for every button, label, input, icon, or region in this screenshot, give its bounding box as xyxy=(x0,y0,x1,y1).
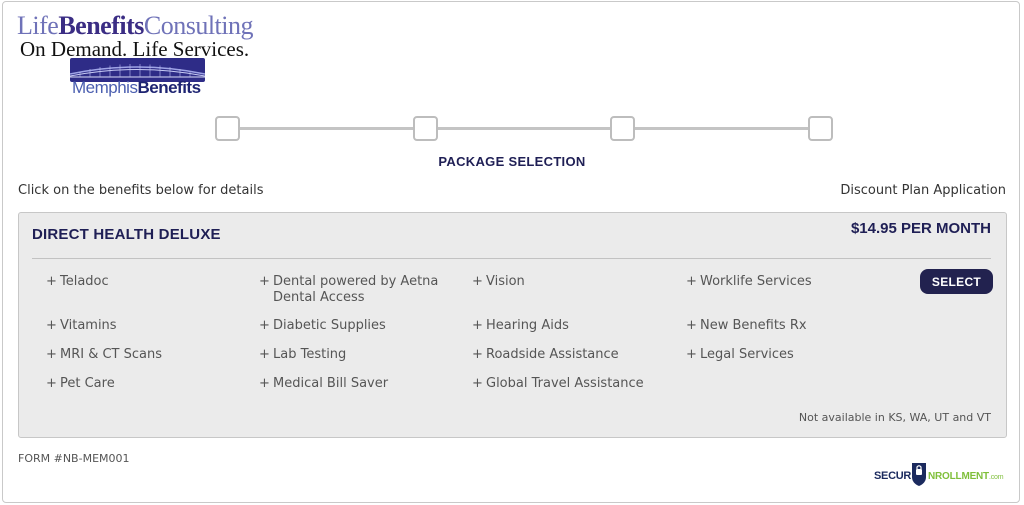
step-connector xyxy=(240,127,414,130)
form-number: FORM #NB-MEM001 xyxy=(18,452,130,465)
benefit-mri-ct-scans[interactable]: + MRI & CT Scans xyxy=(46,347,162,363)
secure-badge-left-text: SECUR xyxy=(874,470,912,482)
benefit-dental[interactable]: + Dental powered by Aetna Dental Access xyxy=(259,274,463,306)
package-name: DIRECT HEALTH DELUXE xyxy=(32,226,221,243)
step-4 xyxy=(808,116,833,141)
benefit-medical-bill-saver[interactable]: + Medical Bill Saver xyxy=(259,376,388,392)
benefit-diabetic-supplies[interactable]: + Diabetic Supplies xyxy=(259,318,386,334)
benefit-teladoc[interactable]: + Teladoc xyxy=(46,274,109,290)
benefit-new-benefits-rx[interactable]: + New Benefits Rx xyxy=(686,318,807,334)
secure-badge-right-text: NROLLMENT.com xyxy=(928,471,1004,482)
availability-note: Not available in KS, WA, UT and VT xyxy=(798,411,991,424)
step-connector xyxy=(438,127,612,130)
divider xyxy=(32,258,991,259)
shield-icon xyxy=(911,461,927,487)
benefit-pet-care[interactable]: + Pet Care xyxy=(46,376,115,392)
secure-enrollment-badge: SECUR NROLLMENT.com xyxy=(874,461,1009,491)
benefit-roadside-assistance[interactable]: + Roadside Assistance xyxy=(472,347,619,363)
company-logo: LifeBenefitsConsulting On Demand. Life S… xyxy=(17,12,267,102)
logo-slogan: On Demand. Life Services. xyxy=(20,37,250,61)
select-package-button[interactable]: SELECT xyxy=(920,269,993,294)
package-card: DIRECT HEALTH DELUXE $14.95 PER MONTH + T… xyxy=(18,212,1007,438)
plan-type-label: Discount Plan Application xyxy=(840,183,1006,198)
step-title: PACKAGE SELECTION xyxy=(438,154,586,169)
logo-subbrand: MemphisBenefits xyxy=(72,78,201,97)
progress-stepper xyxy=(215,116,835,142)
benefit-vision[interactable]: + Vision xyxy=(472,274,525,290)
step-connector xyxy=(635,127,809,130)
benefit-lab-testing[interactable]: + Lab Testing xyxy=(259,347,346,363)
step-2 xyxy=(413,116,438,141)
instruction-text: Click on the benefits below for details xyxy=(18,183,264,198)
benefit-worklife-services[interactable]: + Worklife Services xyxy=(686,274,812,290)
benefit-vitamins[interactable]: + Vitamins xyxy=(46,318,117,334)
benefit-hearing-aids[interactable]: + Hearing Aids xyxy=(472,318,569,334)
package-price: $14.95 PER MONTH xyxy=(850,220,991,237)
step-3 xyxy=(610,116,635,141)
benefit-global-travel-assistance[interactable]: + Global Travel Assistance xyxy=(472,376,644,392)
logo-wordmark: LifeBenefitsConsulting xyxy=(17,11,254,40)
step-1 xyxy=(215,116,240,141)
benefit-legal-services[interactable]: + Legal Services xyxy=(686,347,794,363)
